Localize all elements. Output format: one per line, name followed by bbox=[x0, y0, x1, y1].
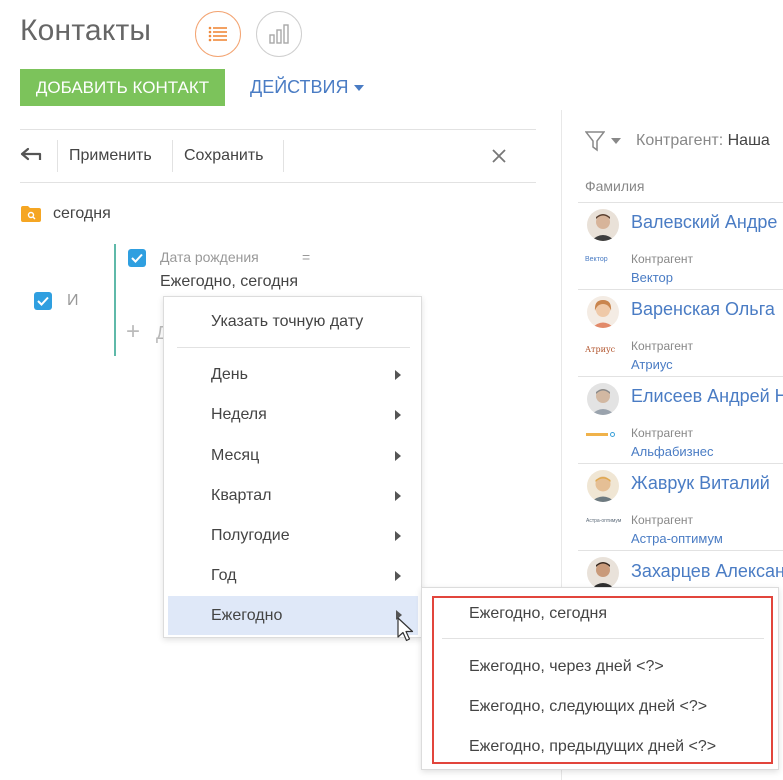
divider bbox=[578, 289, 783, 290]
divider bbox=[578, 202, 783, 203]
field-label: Контрагент bbox=[631, 339, 694, 353]
submenu-item-annually-today[interactable]: Ежегодно, сегодня bbox=[422, 605, 778, 623]
menu-item-quarter[interactable]: Квартал bbox=[164, 482, 421, 512]
condition-field[interactable]: Дата рождения bbox=[160, 249, 259, 265]
menu-item-year[interactable]: Год bbox=[164, 562, 421, 592]
toolbar-separator bbox=[57, 140, 58, 172]
divider bbox=[578, 463, 783, 464]
submenu-item-annually-in-days[interactable]: Ежегодно, через дней <?> bbox=[422, 658, 778, 676]
account-link[interactable]: Астра-оптимум bbox=[631, 531, 723, 546]
menu-item-month[interactable]: Месяц bbox=[164, 442, 421, 472]
contact-name[interactable]: Валевский Андре bbox=[631, 212, 777, 233]
condition-group-bar bbox=[114, 244, 116, 356]
save-button[interactable]: Сохранить bbox=[184, 147, 264, 165]
add-contact-button[interactable]: ДОБАВИТЬ КОНТАКТ bbox=[20, 69, 225, 106]
funnel-button[interactable] bbox=[585, 130, 621, 152]
date-period-menu: Указать точную дату День Неделя Месяц Кв… bbox=[163, 296, 422, 638]
chevron-right-icon bbox=[395, 451, 401, 461]
list-icon bbox=[208, 26, 227, 42]
back-button[interactable] bbox=[20, 146, 42, 167]
filter-funnel-icon bbox=[585, 131, 605, 152]
toolbar-separator bbox=[283, 140, 284, 172]
divider bbox=[20, 129, 536, 130]
folder-icon bbox=[20, 205, 42, 228]
contact-name[interactable]: Захарцев Алексан bbox=[631, 561, 783, 582]
toolbar-separator bbox=[172, 140, 173, 172]
submenu-item-annually-previous-days[interactable]: Ежегодно, предыдущих дней <?> bbox=[422, 738, 778, 756]
back-arrow-icon bbox=[20, 147, 42, 161]
condition-checkbox[interactable] bbox=[128, 249, 146, 267]
page-title: Контакты bbox=[20, 14, 152, 47]
avatar[interactable] bbox=[587, 209, 619, 241]
avatar[interactable] bbox=[587, 383, 619, 415]
close-icon bbox=[492, 149, 506, 163]
chevron-right-icon bbox=[395, 370, 401, 380]
annually-submenu: Ежегодно, сегодня Ежегодно, через дней <… bbox=[421, 587, 779, 770]
condition-operator[interactable]: = bbox=[302, 249, 310, 265]
divider bbox=[578, 376, 783, 377]
caret-down-icon bbox=[611, 138, 621, 144]
actions-label: ДЕЙСТВИЯ bbox=[250, 77, 349, 97]
account-link[interactable]: Вектор bbox=[631, 270, 673, 285]
avatar[interactable] bbox=[587, 557, 619, 589]
mouse-cursor-icon bbox=[397, 617, 415, 648]
divider bbox=[578, 550, 783, 551]
account-link[interactable]: Альфабизнес bbox=[631, 444, 714, 459]
menu-item-half-year[interactable]: Полугодие bbox=[164, 522, 421, 552]
close-filter-button[interactable] bbox=[491, 148, 507, 169]
account-logo: Вектор bbox=[585, 256, 608, 263]
account-logo: Астра-оптимум bbox=[586, 518, 622, 524]
menu-item-day[interactable]: День bbox=[164, 361, 421, 391]
group-operator[interactable]: И bbox=[67, 292, 79, 310]
menu-item-annually[interactable]: Ежегодно bbox=[168, 596, 418, 635]
account-logo: Атриус bbox=[585, 345, 616, 354]
contact-name[interactable]: Варенская Ольга bbox=[631, 299, 775, 320]
group-checkbox[interactable] bbox=[34, 292, 52, 310]
condition-value[interactable]: Ежегодно, сегодня bbox=[160, 273, 298, 291]
column-header-lastname[interactable]: Фамилия bbox=[585, 178, 644, 194]
menu-item-exact-date[interactable]: Указать точную дату bbox=[164, 313, 421, 331]
contact-name[interactable]: Жаврук Виталий bbox=[631, 473, 770, 494]
actions-button[interactable]: ДЕЙСТВИЯ bbox=[250, 77, 365, 98]
analytics-view-button[interactable] bbox=[256, 11, 302, 57]
account-filter[interactable]: Контрагент: Наша bbox=[636, 132, 770, 150]
list-view-button[interactable] bbox=[195, 11, 241, 57]
menu-item-week[interactable]: Неделя bbox=[164, 401, 421, 431]
chevron-right-icon bbox=[395, 410, 401, 420]
plus-icon[interactable]: + bbox=[126, 320, 140, 344]
menu-divider bbox=[442, 638, 764, 639]
submenu-item-annually-next-days[interactable]: Ежегодно, следующих дней <?> bbox=[422, 698, 778, 716]
chevron-right-icon bbox=[395, 491, 401, 501]
avatar[interactable] bbox=[587, 296, 619, 328]
field-label: Контрагент bbox=[631, 426, 694, 440]
check-icon bbox=[37, 296, 49, 306]
chevron-right-icon bbox=[395, 571, 401, 581]
check-icon bbox=[131, 253, 143, 263]
folder-label: сегодня bbox=[53, 205, 111, 222]
divider bbox=[20, 182, 536, 183]
menu-divider bbox=[177, 347, 410, 348]
field-label: Контрагент bbox=[631, 252, 694, 266]
account-filter-value: Наша bbox=[727, 132, 770, 149]
avatar[interactable] bbox=[587, 470, 619, 502]
apply-button[interactable]: Применить bbox=[69, 147, 152, 165]
account-logo bbox=[586, 431, 616, 437]
account-link[interactable]: Атриус bbox=[631, 357, 673, 372]
field-label: Контрагент bbox=[631, 513, 694, 527]
caret-down-icon bbox=[354, 84, 365, 91]
account-filter-label: Контрагент: bbox=[636, 132, 724, 149]
contact-name[interactable]: Елисеев Андрей Н bbox=[631, 386, 783, 407]
chevron-right-icon bbox=[395, 531, 401, 541]
bar-chart-icon bbox=[269, 24, 289, 44]
